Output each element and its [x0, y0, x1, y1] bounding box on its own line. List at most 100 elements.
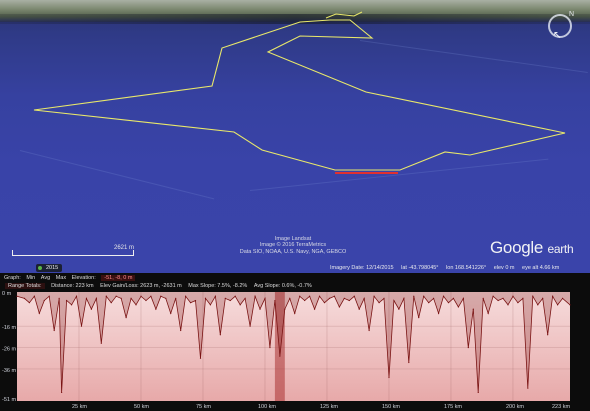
x-tick-label: 200 km: [506, 404, 524, 410]
data-point: [309, 295, 311, 297]
data-point: [477, 391, 479, 394]
logo-earth: earth: [547, 242, 574, 256]
data-point: [110, 302, 112, 304]
data-point: [433, 297, 435, 300]
data-point: [428, 302, 430, 304]
data-point: [561, 297, 564, 300]
google-earth-logo: Google earth: [490, 238, 574, 258]
data-point: [219, 334, 221, 336]
longitude: lon 168.541226°: [446, 265, 487, 271]
data-point: [363, 297, 365, 300]
graph-max-button[interactable]: Max: [56, 275, 66, 281]
data-point: [100, 342, 102, 344]
data-point: [155, 308, 157, 310]
data-point: [437, 312, 440, 314]
cursor-arrow-icon: ↖: [553, 30, 562, 41]
data-point: [95, 297, 97, 300]
data-point: [418, 317, 420, 319]
data-point: [547, 334, 549, 336]
data-point: [120, 297, 122, 300]
credit-line: Data SIO, NOAA, U.S. Navy, NGA, GEBCO: [239, 248, 347, 255]
data-point: [343, 297, 345, 300]
data-point: [28, 302, 30, 304]
data-point: [85, 297, 88, 300]
x-tick-label: 125 km: [320, 404, 338, 410]
data-point: [522, 297, 524, 300]
status-bar: Imagery Date: 12/14/2015 lat -43.798045°…: [330, 265, 590, 273]
data-point: [299, 295, 301, 297]
data-point: [58, 297, 60, 300]
x-tick-label: 150 km: [382, 404, 400, 410]
graph-avg-button[interactable]: Avg: [41, 275, 50, 281]
data-point: [165, 297, 167, 300]
data-point: [517, 302, 519, 304]
x-tick-label: 25 km: [72, 404, 87, 410]
range-max-slope: Max Slope: 7.5%, -8.2%: [188, 283, 248, 289]
range-totals-label: Range Totals:: [5, 283, 45, 289]
compass-north-label: N: [569, 11, 575, 18]
data-point: [569, 304, 571, 306]
elevation-value: -51, -8, 0 m: [101, 275, 136, 281]
elevation-profile-panel: Graph: Min Avg Max Elevation: -51, -8, 0…: [0, 273, 590, 411]
data-point: [269, 346, 271, 349]
data-point: [75, 295, 78, 297]
data-point: [199, 357, 202, 359]
data-point: [537, 304, 539, 306]
data-point: [542, 297, 544, 300]
data-point: [502, 297, 504, 300]
data-point: [115, 295, 117, 297]
y-tick-label: -51 m: [2, 397, 16, 403]
data-point: [304, 299, 306, 302]
y-tick-label: -16 m: [2, 325, 16, 331]
data-point: [348, 299, 350, 302]
y-tick-label: -36 m: [2, 368, 16, 374]
data-point: [447, 302, 450, 304]
elevation-label: Elevation:: [71, 275, 96, 281]
data-point: [467, 346, 469, 349]
data-point: [274, 299, 276, 302]
data-point: [90, 308, 92, 310]
data-point: [105, 295, 107, 297]
elevation-profile-chart[interactable]: 0 m -16 m -26 m -36 m -51 m 25 km 50 km 75 km 1…: [0, 291, 590, 411]
data-point: [180, 329, 182, 332]
data-point: [388, 376, 390, 379]
data-point: [333, 295, 336, 297]
logo-google: Google: [490, 238, 544, 257]
map-view[interactable]: N ↖ Image Landsat Image © 2016 TerraMetr…: [0, 0, 590, 273]
data-point: [194, 299, 197, 302]
imagery-credits: Image Landsat Image © 2016 TerraMetrics …: [228, 236, 358, 255]
track-path: [33, 11, 566, 174]
data-point: [284, 308, 286, 310]
graph-label: Graph:: [4, 275, 21, 281]
data-point: [23, 297, 26, 300]
data-point: [43, 299, 45, 302]
data-point: [229, 299, 231, 302]
data-point: [33, 295, 35, 297]
data-point: [413, 295, 415, 297]
y-tick-label: -26 m: [2, 347, 16, 353]
data-point: [482, 297, 484, 300]
data-point: [135, 304, 137, 306]
data-point: [423, 295, 425, 297]
range-totals-bar: Range Totals: Distance: 223 km Elev Gain…: [0, 283, 312, 290]
data-point: [170, 312, 172, 314]
x-tick-label: 75 km: [196, 404, 211, 410]
graph-min-button[interactable]: Min: [26, 275, 35, 281]
data-point: [373, 295, 375, 297]
data-point: [38, 312, 40, 314]
track-line-start: [325, 11, 363, 19]
data-point: [294, 312, 296, 314]
data-point: [130, 297, 132, 300]
data-point: [457, 306, 460, 308]
data-point: [53, 329, 55, 332]
track-line: [33, 19, 566, 171]
data-point: [368, 329, 370, 332]
data-point: [452, 297, 455, 300]
eye-altitude: eye alt 4.66 km: [522, 265, 560, 271]
data-point: [48, 295, 50, 297]
data-point: [16, 295, 18, 297]
data-point: [353, 295, 355, 297]
data-point: [442, 295, 445, 297]
range-avg-slope: Avg Slope: 0.6%, -0.7%: [253, 283, 312, 289]
data-point: [160, 295, 162, 297]
